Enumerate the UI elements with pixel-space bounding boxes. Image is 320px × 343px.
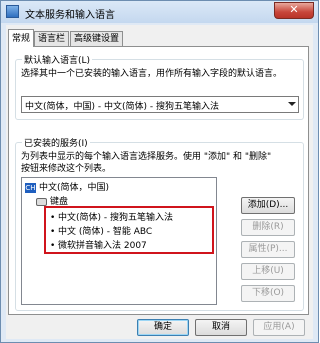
- window-title: 文本服务和输入语言: [25, 10, 115, 21]
- ok-button[interactable]: 确定: [137, 319, 189, 336]
- default-language-description: 选择其中一个已安装的输入语言，用作所有输入字段的默认语言。: [21, 69, 283, 79]
- keyboard-icon: [36, 197, 47, 206]
- properties-button[interactable]: 属性(P)...: [241, 241, 295, 258]
- default-language-group: 默认输入语言(L) 选择其中一个已安装的输入语言，用作所有输入字段的默认语言。 …: [15, 53, 304, 120]
- add-button[interactable]: 添加(D)...: [241, 197, 295, 214]
- language-node-label: 中文(简体，中国): [39, 183, 110, 193]
- tree-language-node[interactable]: CH 中文(简体，中国): [25, 180, 109, 193]
- move-up-button[interactable]: 上移(U): [241, 263, 295, 280]
- apply-button[interactable]: 应用(A): [253, 319, 305, 336]
- installed-description-line2: 按钮来修改这个列表。: [21, 164, 112, 174]
- services-highlight-box: [44, 206, 214, 254]
- installed-services-label: 已安装的服务(I): [22, 136, 90, 149]
- chevron-down-icon: [288, 102, 296, 106]
- default-language-value: 中文(简体，中国) - 中文(简体) - 搜狗五笔输入法: [25, 102, 219, 112]
- general-panel: 默认输入语言(L) 选择其中一个已安装的输入语言，用作所有输入字段的默认语言。 …: [8, 46, 309, 315]
- move-down-button[interactable]: 下移(O): [241, 285, 295, 302]
- default-language-select[interactable]: 中文(简体，中国) - 中文(简体) - 搜狗五笔输入法: [21, 96, 299, 113]
- installed-services-group: 已安装的服务(I) 为列表中显示的每个输入语言选择服务。使用 "添加" 和 "删…: [15, 136, 304, 311]
- dialog-window: 文本服务和输入语言 ✕ 常规 语言栏 高级键设置 默认输入语言(L) 选择其中一…: [0, 0, 319, 343]
- tab-language-bar[interactable]: 语言栏: [34, 31, 70, 46]
- tab-general[interactable]: 常规: [8, 29, 35, 47]
- keyboard-app-icon: [6, 5, 19, 18]
- close-button[interactable]: ✕: [274, 2, 314, 19]
- tab-advanced-key-settings[interactable]: 高级键设置: [70, 31, 124, 46]
- dialog-body: 常规 语言栏 高级键设置 默认输入语言(L) 选择其中一个已安装的输入语言，用作…: [6, 25, 313, 339]
- installed-services-tree[interactable]: CH 中文(简体，中国) 键盘 • 中文(简体) - 搜狗五笔输入法 • 中文 (简体…: [21, 177, 217, 305]
- remove-button[interactable]: 删除(R): [241, 219, 295, 236]
- language-ch-icon: CH: [25, 182, 36, 193]
- default-language-label: 默认输入语言(L): [22, 53, 93, 66]
- cancel-button[interactable]: 取消: [195, 319, 247, 336]
- title-bar[interactable]: 文本服务和输入语言 ✕: [1, 1, 318, 23]
